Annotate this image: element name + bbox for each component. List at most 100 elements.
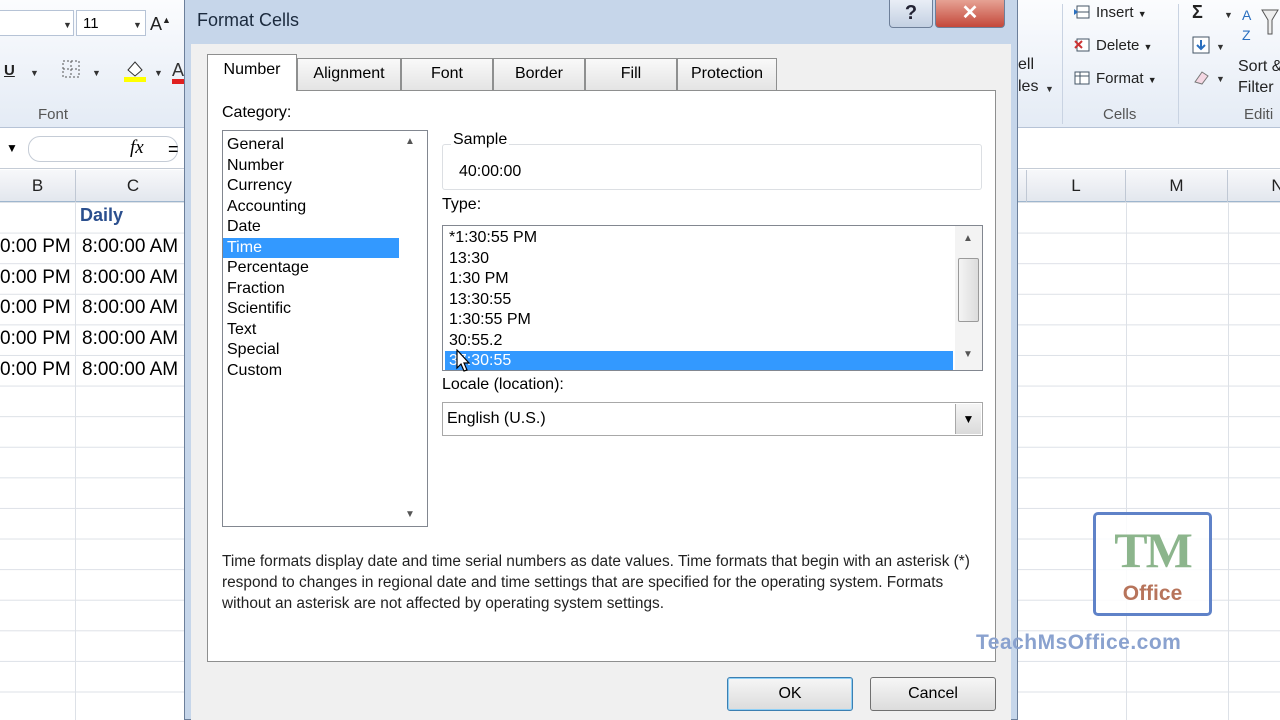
fill-dropdown-icon[interactable]: ▼ — [1216, 42, 1225, 52]
delete-label: Delete — [1096, 37, 1140, 54]
autosum-dropdown-icon[interactable]: ▼ — [1224, 10, 1233, 20]
format-description: Time formats display date and time seria… — [222, 553, 970, 612]
type-scrollbar[interactable]: ▲ ▼ — [955, 226, 982, 370]
type-item-selected[interactable]: 37:30:55 — [445, 351, 953, 370]
category-scrollbar[interactable]: ▲ ▼ — [401, 131, 419, 526]
help-button[interactable]: ? — [889, 0, 933, 28]
cell-b[interactable]: 0:00 PM — [0, 328, 71, 350]
type-item[interactable]: 30:55.2 — [445, 331, 953, 351]
category-item-fraction[interactable]: Fraction — [223, 279, 399, 299]
type-item[interactable]: 13:30 — [445, 249, 953, 269]
tab-fill[interactable]: Fill — [585, 58, 677, 90]
svg-text:A: A — [1242, 7, 1252, 23]
category-item-currency[interactable]: Currency — [223, 176, 399, 196]
insert-icon — [1074, 4, 1090, 20]
filter-label[interactable]: Filter — [1238, 79, 1274, 97]
fill-color-dropdown-icon[interactable]: ▼ — [154, 68, 163, 78]
cell-c[interactable]: 8:00:00 AM — [82, 297, 178, 319]
clear-dropdown-icon[interactable]: ▼ — [1216, 74, 1225, 84]
font-group-label: Font — [38, 106, 69, 123]
svg-text:A: A — [172, 60, 184, 80]
autosum-icon[interactable]: Σ — [1192, 2, 1203, 23]
scroll-down-icon[interactable]: ▼ — [401, 506, 419, 524]
tab-alignment[interactable]: Alignment — [297, 58, 401, 90]
cell-header-daily[interactable]: Daily — [80, 205, 123, 226]
dialog-titlebar[interactable]: Format Cells ? ✕ — [185, 0, 1017, 44]
type-list[interactable]: *1:30:55 PM 13:30 1:30 PM 13:30:55 1:30:… — [442, 225, 983, 371]
increase-font-icon[interactable]: A▲ — [150, 14, 171, 35]
underline-button[interactable]: U — [4, 62, 15, 79]
format-label: Format — [1096, 70, 1144, 87]
category-item-date[interactable]: Date — [223, 217, 399, 237]
cell-c[interactable]: 8:00:00 AM — [82, 267, 178, 289]
scroll-up-icon[interactable]: ▲ — [959, 230, 977, 248]
cell-b[interactable]: 0:00 PM — [0, 359, 71, 381]
scroll-thumb[interactable] — [958, 258, 979, 322]
fill-icon[interactable] — [1192, 36, 1210, 58]
column-header-n[interactable]: N — [1228, 170, 1280, 202]
type-item[interactable]: 1:30 PM — [445, 269, 953, 289]
close-button[interactable]: ✕ — [935, 0, 1005, 28]
cancel-button[interactable]: Cancel — [870, 677, 996, 711]
border-icon[interactable] — [62, 60, 80, 82]
cell-styles-label-2[interactable]: les — [1018, 78, 1038, 96]
category-list[interactable]: General Number Currency Accounting Date … — [222, 130, 428, 527]
tab-number[interactable]: Number — [207, 54, 297, 91]
column-header-c[interactable]: C — [76, 170, 191, 202]
clear-icon[interactable] — [1192, 68, 1210, 90]
category-item-text[interactable]: Text — [223, 320, 399, 340]
sort-label[interactable]: Sort & — [1238, 58, 1280, 76]
column-header-l[interactable]: L — [1026, 170, 1126, 202]
cell-c[interactable]: 8:00:00 AM — [82, 236, 178, 258]
teachmsoffice-logo: TM Office — [1093, 512, 1212, 616]
delete-button[interactable]: Delete ▼ — [1074, 37, 1152, 54]
ok-button[interactable]: OK — [727, 677, 853, 711]
category-item-scientific[interactable]: Scientific — [223, 299, 399, 319]
watermark-url: TeachMsOffice.com — [976, 631, 1182, 654]
tab-font[interactable]: Font — [401, 58, 493, 90]
format-button[interactable]: Format ▼ — [1074, 70, 1157, 87]
cell-c[interactable]: 8:00:00 AM — [82, 359, 178, 381]
cell-c[interactable]: 8:00:00 AM — [82, 328, 178, 350]
cell-styles-dropdown-icon[interactable]: ▼ — [1045, 84, 1054, 94]
font-size-dropdown-icon[interactable]: ▼ — [133, 20, 142, 30]
insert-button[interactable]: Insert ▼ — [1074, 4, 1147, 21]
category-item-number[interactable]: Number — [223, 156, 399, 176]
category-item-percentage[interactable]: Percentage — [223, 258, 399, 278]
category-item-general[interactable]: General — [223, 135, 399, 155]
locale-select[interactable]: English (U.S.) ▼ — [442, 402, 983, 436]
column-header-b[interactable]: B — [0, 170, 76, 202]
category-item-custom[interactable]: Custom — [223, 361, 399, 381]
cell-b[interactable]: 0:00 PM — [0, 236, 71, 258]
logo-tm-text: TM — [1114, 522, 1193, 578]
cell-b[interactable]: 0:00 PM — [0, 267, 71, 289]
chevron-down-icon[interactable]: ▼ — [955, 404, 981, 434]
border-dropdown-icon[interactable]: ▼ — [92, 68, 101, 78]
type-item[interactable]: *1:30:55 PM — [445, 228, 953, 248]
editing-group-label: Editi — [1244, 106, 1274, 123]
category-item-time[interactable]: Time — [223, 237, 399, 258]
category-item-special[interactable]: Special — [223, 340, 399, 360]
tab-border[interactable]: Border — [493, 58, 585, 90]
cell-b[interactable]: 0:00 PM — [0, 297, 71, 319]
underline-dropdown-icon[interactable]: ▼ — [30, 68, 39, 78]
number-tab-panel: Category: General Number Currency Accoun… — [207, 90, 996, 662]
cell-styles-label-1[interactable]: ell — [1018, 56, 1034, 74]
type-item[interactable]: 1:30:55 PM — [445, 310, 953, 330]
tab-protection[interactable]: Protection — [677, 58, 777, 90]
insert-function-icon[interactable]: fx — [130, 137, 144, 159]
cells-group-label: Cells — [1103, 106, 1137, 123]
fill-color-icon[interactable] — [123, 58, 147, 86]
sort-filter-icon[interactable]: AZ — [1240, 4, 1280, 48]
name-box-dropdown-icon[interactable]: ▼ — [6, 141, 18, 155]
formula-content[interactable]: = — [168, 139, 179, 160]
font-name-dropdown-icon[interactable]: ▼ — [63, 20, 72, 30]
scroll-up-icon[interactable]: ▲ — [401, 133, 419, 151]
locale-value: English (U.S.) — [447, 410, 546, 427]
type-item[interactable]: 13:30:55 — [445, 290, 953, 310]
column-header-m[interactable]: M — [1126, 170, 1228, 202]
category-item-accounting[interactable]: Accounting — [223, 197, 399, 217]
formula-bar-divider[interactable] — [28, 136, 178, 162]
delete-icon — [1074, 37, 1090, 53]
scroll-down-icon[interactable]: ▼ — [959, 346, 977, 364]
